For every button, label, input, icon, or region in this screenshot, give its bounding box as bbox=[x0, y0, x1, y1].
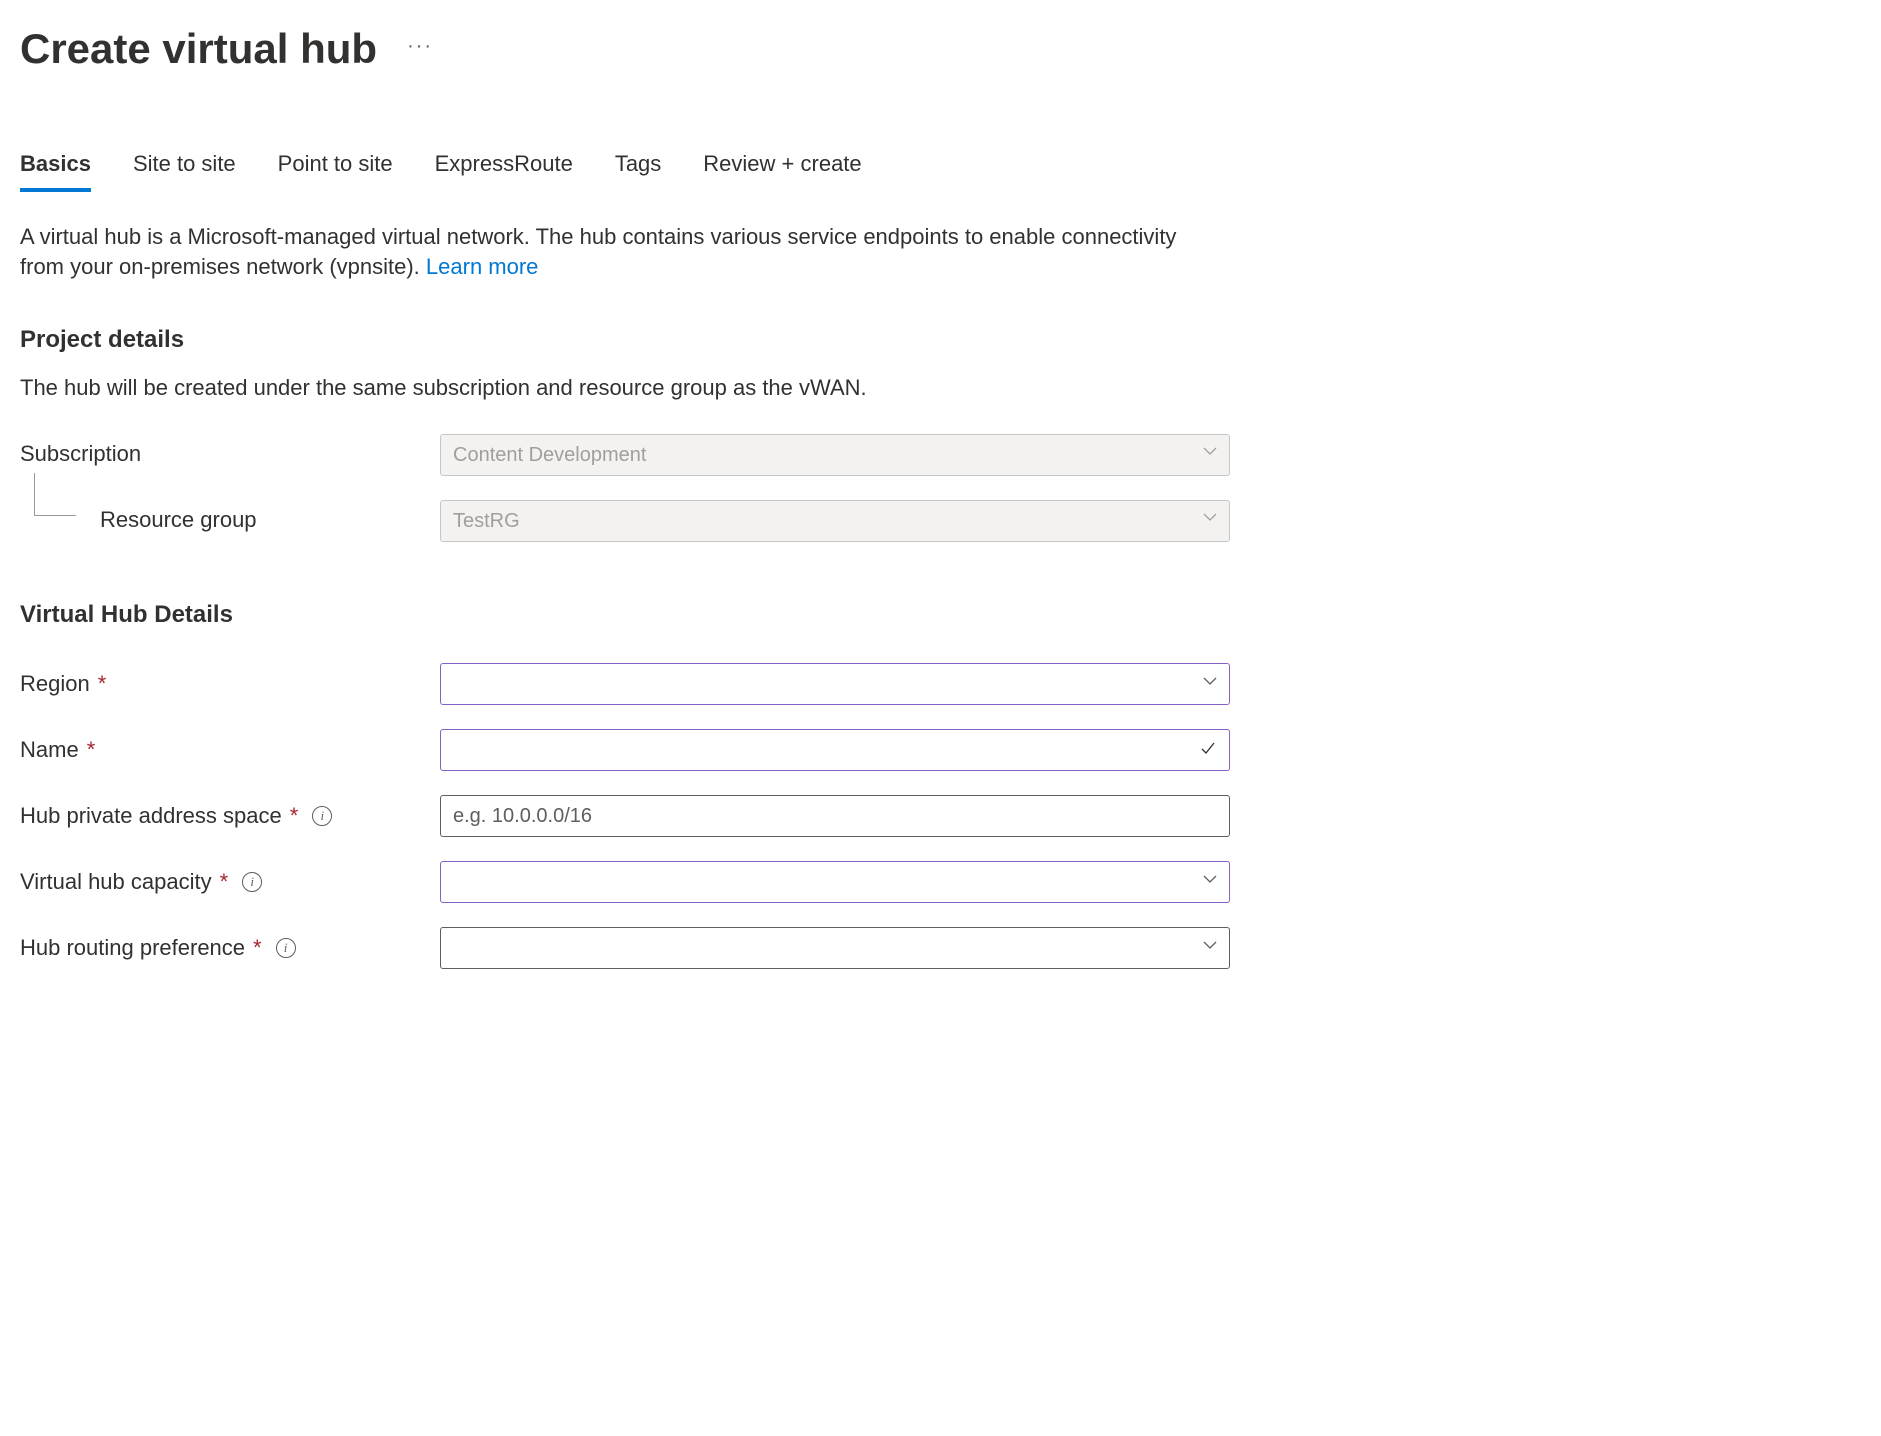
tab-point-to-site[interactable]: Point to site bbox=[278, 149, 393, 192]
region-label: Region bbox=[20, 669, 90, 700]
chevron-down-icon bbox=[1203, 673, 1217, 695]
resource-group-dropdown: TestRG bbox=[440, 500, 1230, 542]
required-indicator: * bbox=[87, 735, 96, 766]
region-dropdown[interactable] bbox=[440, 663, 1230, 705]
chevron-down-icon bbox=[1203, 937, 1217, 959]
info-icon[interactable]: i bbox=[312, 806, 332, 826]
region-row: Region * bbox=[20, 663, 1861, 705]
required-indicator: * bbox=[290, 801, 299, 832]
resource-group-label-col: Resource group bbox=[20, 501, 440, 541]
resource-group-value: TestRG bbox=[453, 507, 520, 535]
subscription-dropdown: Content Development bbox=[440, 434, 1230, 476]
tree-indent-icon bbox=[28, 501, 88, 541]
tab-basics[interactable]: Basics bbox=[20, 149, 91, 192]
address-space-label: Hub private address space bbox=[20, 801, 282, 832]
project-details-heading: Project details bbox=[20, 323, 1861, 357]
routing-label: Hub routing preference bbox=[20, 933, 245, 964]
capacity-label: Virtual hub capacity bbox=[20, 867, 212, 898]
name-input-wrap bbox=[440, 729, 1230, 771]
vhub-details-heading: Virtual Hub Details bbox=[20, 598, 1861, 632]
info-icon[interactable]: i bbox=[276, 938, 296, 958]
tab-review-create[interactable]: Review + create bbox=[703, 149, 861, 192]
tab-expressroute[interactable]: ExpressRoute bbox=[435, 149, 573, 192]
learn-more-link[interactable]: Learn more bbox=[426, 254, 539, 279]
chevron-down-icon bbox=[1203, 871, 1217, 893]
more-icon[interactable]: ··· bbox=[407, 32, 433, 66]
page-title: Create virtual hub bbox=[20, 20, 377, 79]
capacity-dropdown[interactable] bbox=[440, 861, 1230, 903]
subscription-label: Subscription bbox=[20, 439, 440, 470]
resource-group-row: Resource group TestRG bbox=[20, 500, 1861, 542]
address-space-input[interactable] bbox=[440, 795, 1230, 837]
capacity-row: Virtual hub capacity * i bbox=[20, 861, 1861, 903]
info-icon[interactable]: i bbox=[242, 872, 262, 892]
chevron-down-icon bbox=[1203, 443, 1217, 465]
tab-tags[interactable]: Tags bbox=[615, 149, 661, 192]
project-details-subtext: The hub will be created under the same s… bbox=[20, 373, 1861, 404]
required-indicator: * bbox=[253, 933, 262, 964]
description-text: A virtual hub is a Microsoft-managed vir… bbox=[20, 222, 1220, 284]
name-row: Name * bbox=[20, 729, 1861, 771]
routing-dropdown[interactable] bbox=[440, 927, 1230, 969]
routing-row: Hub routing preference * i bbox=[20, 927, 1861, 969]
resource-group-label: Resource group bbox=[100, 505, 257, 536]
required-indicator: * bbox=[220, 867, 229, 898]
name-input[interactable] bbox=[440, 729, 1230, 771]
subscription-value: Content Development bbox=[453, 441, 646, 469]
tab-site-to-site[interactable]: Site to site bbox=[133, 149, 236, 192]
checkmark-icon bbox=[1200, 735, 1216, 764]
tabs: Basics Site to site Point to site Expres… bbox=[20, 149, 1861, 192]
address-space-row: Hub private address space * i bbox=[20, 795, 1861, 837]
required-indicator: * bbox=[98, 669, 107, 700]
chevron-down-icon bbox=[1203, 509, 1217, 531]
subscription-row: Subscription Content Development bbox=[20, 434, 1861, 476]
name-label: Name bbox=[20, 735, 79, 766]
description-body: A virtual hub is a Microsoft-managed vir… bbox=[20, 224, 1176, 280]
page-header: Create virtual hub ··· bbox=[20, 20, 1861, 79]
